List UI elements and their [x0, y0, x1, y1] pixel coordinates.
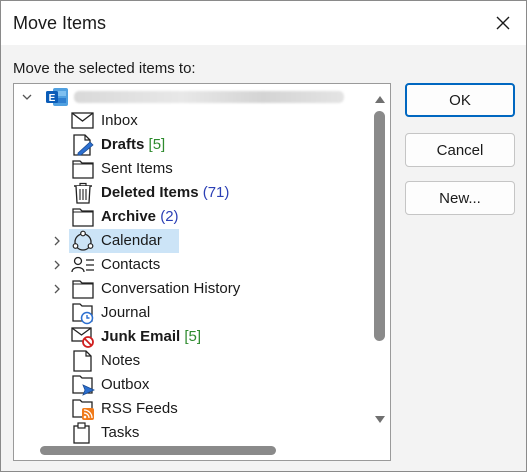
new-folder-button[interactable]: New...: [405, 181, 515, 215]
folder-icon: [72, 208, 94, 227]
trash-icon: [74, 182, 92, 204]
folder-name: Deleted Items: [101, 184, 199, 201]
folder-name: Archive: [101, 208, 157, 225]
folder-row-junk-email[interactable]: Junk Email [5]: [14, 325, 369, 349]
collapse-chevron-icon[interactable]: [20, 89, 34, 105]
horizontal-scrollbar[interactable]: [14, 440, 390, 460]
junk-icon: [71, 327, 94, 348]
folder-name: RSS Feeds: [101, 400, 178, 417]
scroll-down-arrow-icon[interactable]: [374, 415, 386, 425]
folder-row-journal[interactable]: Journal: [14, 301, 369, 325]
expand-chevron-icon[interactable]: [50, 281, 64, 297]
unread-count: [5]: [184, 328, 202, 345]
calendar-icon: [72, 230, 94, 251]
account-name-redacted: [74, 91, 344, 103]
account-row[interactable]: E: [14, 85, 369, 109]
cancel-button[interactable]: Cancel: [405, 133, 515, 167]
folder-row-sent-items[interactable]: Sent Items: [14, 157, 369, 181]
folder-label: Conversation History: [101, 280, 240, 297]
folder-name: Inbox: [101, 112, 138, 129]
folder-row-calendar[interactable]: Calendar: [14, 229, 369, 253]
vertical-scroll-thumb[interactable]: [374, 111, 385, 341]
title-bar: Move Items: [1, 1, 526, 45]
journal-icon: [72, 303, 94, 325]
folder-name: Junk Email: [101, 328, 181, 345]
folder-name: Tasks: [101, 424, 140, 441]
folder-name: Notes: [101, 352, 141, 369]
folder-name: Calendar: [101, 232, 162, 249]
svg-text:E: E: [49, 93, 56, 104]
inbox-icon: [71, 112, 94, 129]
folder-label: Notes: [101, 352, 140, 369]
close-icon: [496, 16, 510, 30]
folder-row-deleted-items[interactable]: Deleted Items (71): [14, 181, 369, 205]
move-items-dialog: Move Items Move the selected items to: E: [0, 0, 527, 472]
folder-label: Sent Items: [101, 160, 173, 177]
folder-label: Tasks: [101, 424, 139, 441]
folder-name: Sent Items: [101, 160, 173, 177]
expand-chevron-icon[interactable]: [50, 257, 64, 273]
scroll-up-arrow-icon[interactable]: [374, 94, 386, 104]
folder-name: Outbox: [101, 376, 150, 393]
folder-row-inbox[interactable]: Inbox: [14, 109, 369, 133]
folder-name: Contacts: [101, 256, 161, 273]
exchange-icon: E: [46, 88, 68, 106]
move-prompt-label: Move the selected items to:: [13, 60, 196, 77]
notes-icon: [73, 350, 92, 372]
folder-row-contacts[interactable]: Contacts: [14, 253, 369, 277]
contacts-icon: [71, 256, 94, 273]
item-count: (2): [160, 208, 179, 225]
rss-icon: [72, 399, 94, 420]
folder-label: Outbox: [101, 376, 149, 393]
folder-row-conversation-history[interactable]: Conversation History: [14, 277, 369, 301]
folder-row-rss-feeds[interactable]: RSS Feeds: [14, 397, 369, 421]
folder-label: Deleted Items (71): [101, 184, 229, 201]
item-count: (71): [202, 184, 230, 201]
folder-label: Calendar: [101, 232, 162, 249]
ok-button[interactable]: OK: [405, 83, 515, 117]
folder-icon: [72, 280, 94, 299]
folder-label: Contacts: [101, 256, 160, 273]
folder-label: Inbox: [101, 112, 138, 129]
folder-tree[interactable]: E Inbox Drafts [5] Sent Items Deleted It…: [13, 83, 391, 461]
folder-name: Conversation History: [101, 280, 241, 297]
folder-label: RSS Feeds: [101, 400, 178, 417]
folder-row-drafts[interactable]: Drafts [5]: [14, 133, 369, 157]
folder-name: Journal: [101, 304, 151, 321]
folder-label: Drafts [5]: [101, 136, 165, 153]
folder-row-archive[interactable]: Archive (2): [14, 205, 369, 229]
outbox-icon: [72, 375, 95, 396]
dialog-title: Move Items: [13, 13, 107, 33]
close-button[interactable]: [480, 1, 526, 45]
folder-row-outbox[interactable]: Outbox: [14, 373, 369, 397]
folder-label: Junk Email [5]: [101, 328, 201, 345]
horizontal-scroll-thumb[interactable]: [40, 446, 276, 455]
folder-name: Drafts: [101, 136, 145, 153]
drafts-icon: [73, 134, 94, 156]
folder-label: Archive (2): [101, 208, 179, 225]
vertical-scrollbar[interactable]: [370, 84, 390, 440]
folder-row-notes[interactable]: Notes: [14, 349, 369, 373]
expand-chevron-icon[interactable]: [50, 233, 64, 249]
folder-label: Journal: [101, 304, 150, 321]
unread-count: [5]: [148, 136, 166, 153]
folder-icon: [72, 160, 94, 179]
